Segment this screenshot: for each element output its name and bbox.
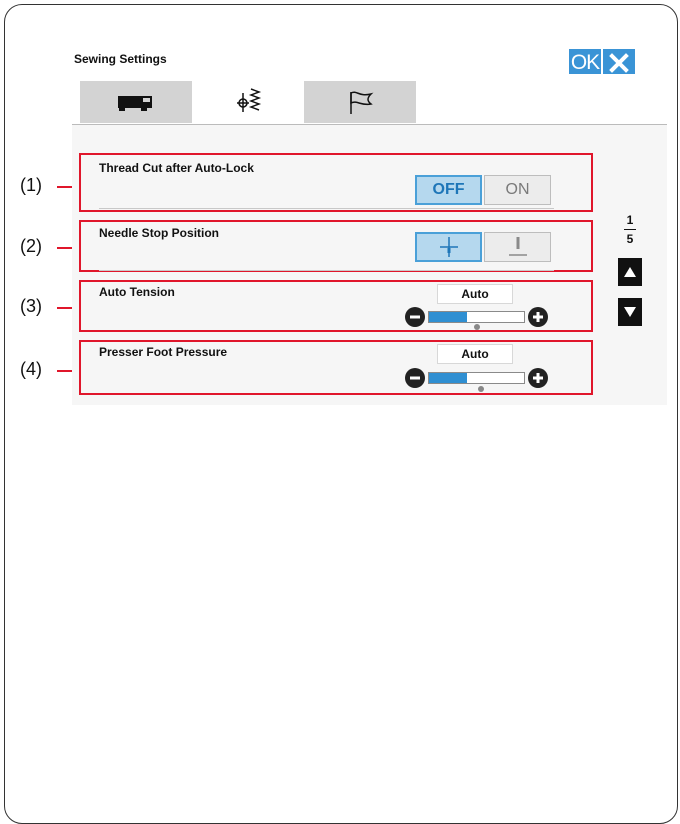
tab-bar (72, 74, 667, 124)
presser-foot-minus-button[interactable] (405, 368, 425, 388)
presser-foot-bar[interactable] (428, 372, 525, 384)
presser-foot-default-marker (478, 386, 484, 392)
needle-up-icon (508, 237, 527, 256)
needle-up-button[interactable] (484, 232, 551, 262)
needle-stop-label: Needle Stop Position (99, 226, 220, 240)
presser-foot-value: Auto (437, 344, 513, 364)
auto-tension-bar[interactable] (428, 311, 525, 323)
row-separator (99, 270, 554, 271)
presser-foot-plus-button[interactable] (528, 368, 548, 388)
page-total: 5 (626, 232, 634, 246)
scroll-down-button[interactable] (618, 298, 642, 326)
arrow-down-icon (624, 307, 636, 317)
auto-tension-minus-button[interactable] (405, 307, 425, 327)
auto-tension-default-marker (474, 324, 480, 330)
callout-4: (4) (20, 359, 42, 379)
flag-icon (350, 91, 374, 114)
ok-button[interactable]: OK (569, 49, 601, 77)
settings-screen: Sewing Settings OK Thread Cut after Auto… (72, 48, 667, 405)
sewing-machine-icon (118, 96, 152, 111)
minus-icon (410, 315, 420, 319)
thread-cut-on-button[interactable]: ON (484, 175, 551, 205)
page-current: 1 (626, 213, 634, 227)
callout-3: (3) (20, 296, 42, 316)
tab-divider (72, 124, 667, 125)
minus-icon (410, 376, 420, 380)
tab-machine-settings[interactable] (80, 81, 192, 123)
page-fraction-line (624, 229, 636, 230)
auto-tension-plus-button[interactable] (528, 307, 548, 327)
presser-foot-bar-fill (429, 373, 467, 383)
tab-sewing-settings[interactable] (192, 76, 304, 124)
auto-tension-value: Auto (437, 284, 513, 304)
stitch-settings-icon (237, 88, 262, 112)
arrow-up-icon (624, 267, 636, 277)
presser-foot-label: Presser Foot Pressure (99, 345, 228, 359)
thread-cut-off-button[interactable]: OFF (415, 175, 482, 205)
title-bar: Sewing Settings OK (72, 48, 667, 77)
row-separator (99, 208, 554, 209)
callout-2: (2) (20, 236, 42, 256)
tab-language[interactable] (304, 81, 416, 123)
needle-down-icon (439, 237, 458, 257)
window-title: Sewing Settings (74, 52, 167, 66)
close-icon (609, 53, 629, 73)
auto-tension-label: Auto Tension (99, 285, 175, 299)
needle-down-button[interactable] (415, 232, 482, 262)
thread-cut-label: Thread Cut after Auto-Lock (99, 161, 254, 175)
page-indicator: 1 5 (615, 213, 645, 246)
scroll-up-button[interactable] (618, 258, 642, 286)
auto-tension-bar-fill (429, 312, 467, 322)
plus-icon (533, 373, 543, 383)
callout-1: (1) (20, 175, 42, 195)
plus-icon (533, 312, 543, 322)
close-button[interactable] (603, 49, 635, 77)
